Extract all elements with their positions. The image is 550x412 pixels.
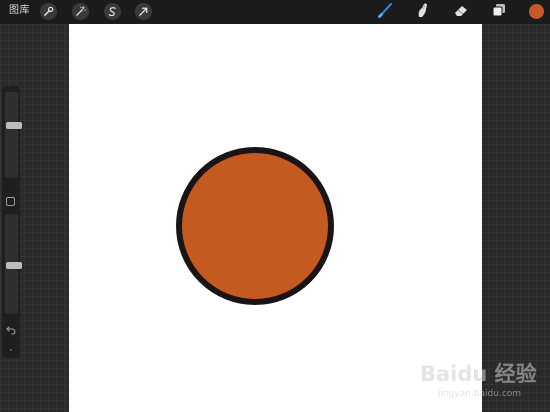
magic-wand-icon [75,6,86,17]
adjustments-button[interactable] [72,3,89,20]
selection-button[interactable] [104,3,121,20]
top-toolbar: 图库 [0,0,550,24]
actions-wrench-button[interactable] [40,3,57,20]
opacity-slider[interactable] [5,214,22,314]
redo-button[interactable] [5,342,17,354]
brush-tool-button[interactable] [377,1,395,23]
canvas-artwork [176,147,334,305]
watermark-url-text: jingyan.baidu.com [438,389,522,399]
transform-arrow-icon [138,6,149,17]
transform-button[interactable] [135,3,152,20]
drawn-circle [176,147,334,305]
eraser-tool-button[interactable] [452,3,470,21]
brush-size-handle[interactable] [6,122,22,129]
brush-size-slider[interactable] [5,92,22,178]
layers-icon [490,1,508,23]
wrench-icon [43,6,54,17]
brush-icon [377,1,395,23]
opacity-handle[interactable] [6,262,22,269]
watermark-main-text: Baidu 经验 [420,362,537,386]
eraser-icon [452,1,470,23]
layers-button[interactable] [490,3,508,21]
redo-dot-icon [6,339,16,358]
selection-icon [107,6,118,17]
baidu-watermark: Baidu 经验 jingyan.baidu.com [420,362,548,410]
drawing-canvas[interactable] [69,24,482,412]
smudge-tool-button[interactable] [414,3,432,21]
procreate-app: 图库 Baidu 经验 jingyan.baidu.com [0,0,550,412]
undo-button[interactable] [5,323,17,335]
modify-button[interactable] [6,197,15,206]
gallery-button[interactable]: 图库 [9,4,30,18]
undo-arrow-icon [6,320,16,339]
smudge-icon [414,1,432,23]
color-picker-swatch[interactable] [529,4,544,19]
left-sidebar [2,86,22,358]
